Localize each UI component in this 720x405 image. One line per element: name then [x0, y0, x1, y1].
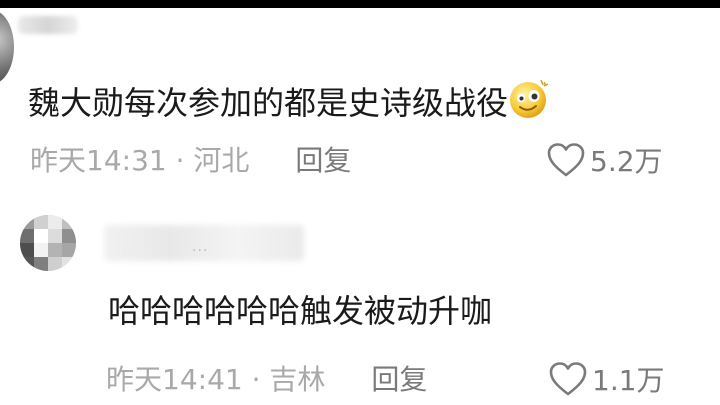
name-suffix: ··· [192, 243, 209, 259]
timestamp: 昨天14:31 [30, 144, 167, 177]
avatar[interactable] [20, 215, 76, 271]
comment-body: 哈哈哈哈哈哈触发被动升咖 [108, 292, 493, 330]
timestamp: 昨天14:41 [106, 363, 243, 396]
like-count: 1.1万 [592, 364, 665, 397]
like-button[interactable]: 1.1万 [548, 361, 665, 397]
location: 吉林 [269, 363, 326, 396]
comment-body: 魏大勋每次参加的都是史诗级战役 [28, 84, 509, 122]
reply-button[interactable]: 回复 [371, 363, 427, 396]
like-count: 5.2万 [590, 145, 663, 178]
comment-meta: 昨天14:31 · 河北 回复 [30, 144, 351, 178]
comment-text: 哈哈哈哈哈哈触发被动升咖 [108, 291, 492, 331]
reply-button[interactable]: 回复 [295, 144, 351, 177]
comment-list: 魏大勋每次参加的都是史诗级战役 昨天14:31 · 河北 回复 5.2万 ···… [0, 8, 720, 405]
comment-meta: 昨天14:41 · 吉林 回复 [106, 363, 427, 397]
comment-text: 魏大勋每次参加的都是史诗级战役 [28, 78, 550, 123]
meta-separator: · [242, 363, 270, 396]
blurred-username [18, 16, 78, 34]
like-button[interactable]: 5.2万 [546, 142, 663, 178]
location: 河北 [193, 144, 250, 177]
smiling-face-with-sparkle-eye-icon [508, 78, 550, 120]
heart-icon [549, 362, 587, 396]
meta-separator: · [166, 144, 194, 177]
heart-icon [547, 143, 585, 177]
avatar[interactable] [0, 10, 14, 84]
